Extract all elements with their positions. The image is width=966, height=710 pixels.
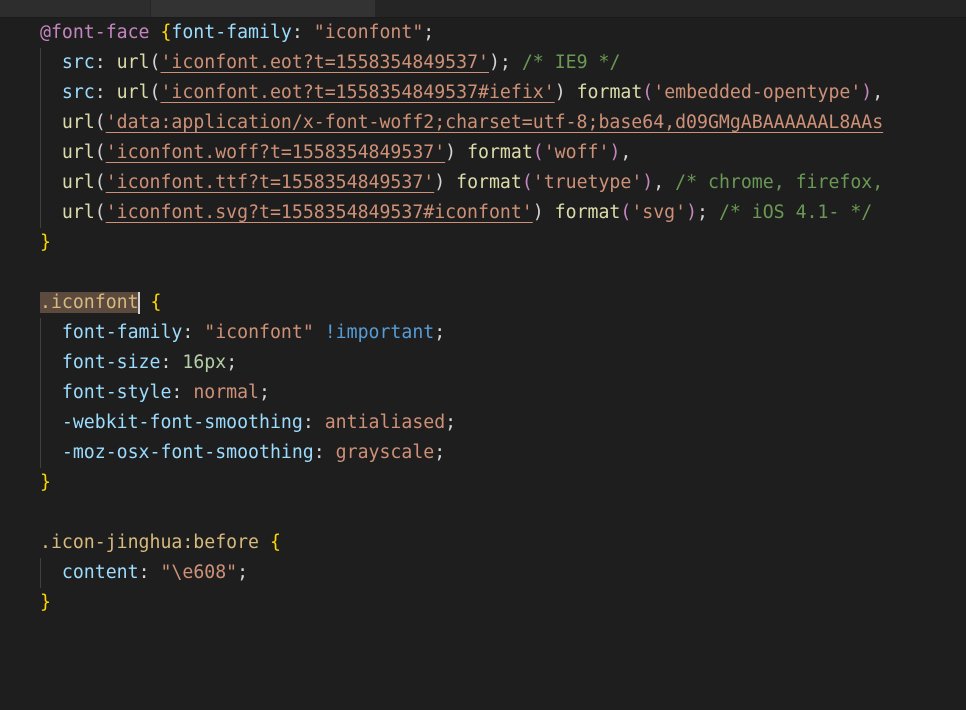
property-value: "\e608" (160, 562, 238, 583)
editor-tab-bar (0, 0, 966, 18)
css-selector: .iconfont (40, 292, 139, 313)
font-url-link[interactable]: 'data:application/x-font-woff2;charset=u… (106, 112, 883, 133)
format-value: 'truetype' (532, 172, 643, 193)
code-line: .icon-jinghua:before { (40, 528, 281, 558)
font-url-link[interactable]: 'iconfont.ttf?t=1558354849537' (106, 172, 435, 193)
font-url-link[interactable]: 'iconfont.eot?t=1558354849537' (160, 52, 489, 73)
property-value: 16px (182, 352, 227, 373)
code-editor[interactable]: @font-face {font-family: "iconfont"; src… (0, 18, 966, 710)
code-line: -moz-osx-font-smoothing: grayscale; (61, 442, 446, 463)
url-function: url (61, 172, 95, 193)
property-name: src (61, 82, 95, 103)
code-line: } (40, 588, 51, 618)
close-brace: } (40, 232, 51, 253)
close-brace: } (40, 592, 51, 613)
css-selector: .icon-jinghua:before (40, 532, 259, 553)
code-line: font-family: "iconfont" !important; (61, 322, 446, 343)
editor-tab[interactable] (0, 0, 150, 17)
comment: /* iOS 4.1- */ (718, 202, 873, 223)
code-line: @font-face {font-family: "iconfont"; (40, 22, 435, 43)
property-name: content (61, 562, 139, 583)
comment: /* IE9 */ (521, 52, 621, 73)
open-brace: { (269, 532, 281, 553)
url-function: url (116, 82, 150, 103)
open-brace: { (150, 292, 162, 313)
code-line: src: url('iconfont.eot?t=1558354849537#i… (61, 82, 884, 103)
code-line: } (40, 468, 51, 498)
font-url-link[interactable]: 'iconfont.eot?t=1558354849537#iefix' (160, 82, 554, 103)
code-line: url('data:application/x-font-woff2;chars… (61, 112, 884, 133)
format-value: 'embedded-opentype' (653, 82, 862, 103)
format-function: format (456, 172, 522, 193)
code-line: url('iconfont.ttf?t=1558354849537') form… (61, 172, 884, 193)
property-name: -moz-osx-font-smoothing (61, 442, 314, 463)
code-line: -webkit-font-smoothing: antialiased; (61, 412, 457, 433)
open-brace: { (160, 22, 172, 43)
format-function: format (576, 82, 643, 103)
format-function: format (554, 202, 621, 223)
format-function: format (467, 142, 533, 163)
property-name: font-style (61, 382, 172, 403)
font-url-link[interactable]: 'iconfont.svg?t=1558354849537#iconfont' (106, 202, 533, 223)
url-function: url (116, 52, 150, 73)
at-rule: @font-face (40, 22, 150, 43)
close-brace: } (40, 472, 51, 493)
format-value: 'svg' (631, 202, 687, 223)
comment: /* chrome, firefox, (675, 172, 884, 193)
property-name: -webkit-font-smoothing (61, 412, 303, 433)
property-value: "iconfont" (313, 22, 424, 43)
code-line: font-style: normal; (61, 382, 270, 403)
url-function: url (61, 112, 95, 133)
code-line: } (40, 228, 51, 258)
property-name: font-family (171, 22, 292, 43)
property-value: normal (193, 382, 260, 403)
code-line: url('iconfont.woff?t=1558354849537') for… (61, 142, 632, 163)
property-value: grayscale (335, 442, 435, 463)
property-value: antialiased (324, 412, 446, 433)
property-value: "iconfont" (204, 322, 314, 343)
code-line: src: url('iconfont.eot?t=1558354849537')… (61, 52, 621, 73)
text-cursor (137, 292, 140, 314)
font-url-link[interactable]: 'iconfont.woff?t=1558354849537' (106, 142, 445, 163)
property-name: font-size (61, 352, 161, 373)
code-line: content: "\e608"; (61, 562, 249, 583)
code-line: url('iconfont.svg?t=1558354849537#iconfo… (61, 202, 873, 223)
code-line: .iconfont { (40, 288, 161, 318)
property-name: src (61, 52, 95, 73)
url-function: url (61, 202, 95, 223)
property-name: font-family (61, 322, 183, 343)
format-value: 'woff' (543, 142, 610, 163)
editor-tab[interactable] (151, 0, 375, 17)
url-function: url (61, 142, 95, 163)
code-line: font-size: 16px; (61, 352, 238, 373)
important-flag: !important (324, 322, 435, 343)
